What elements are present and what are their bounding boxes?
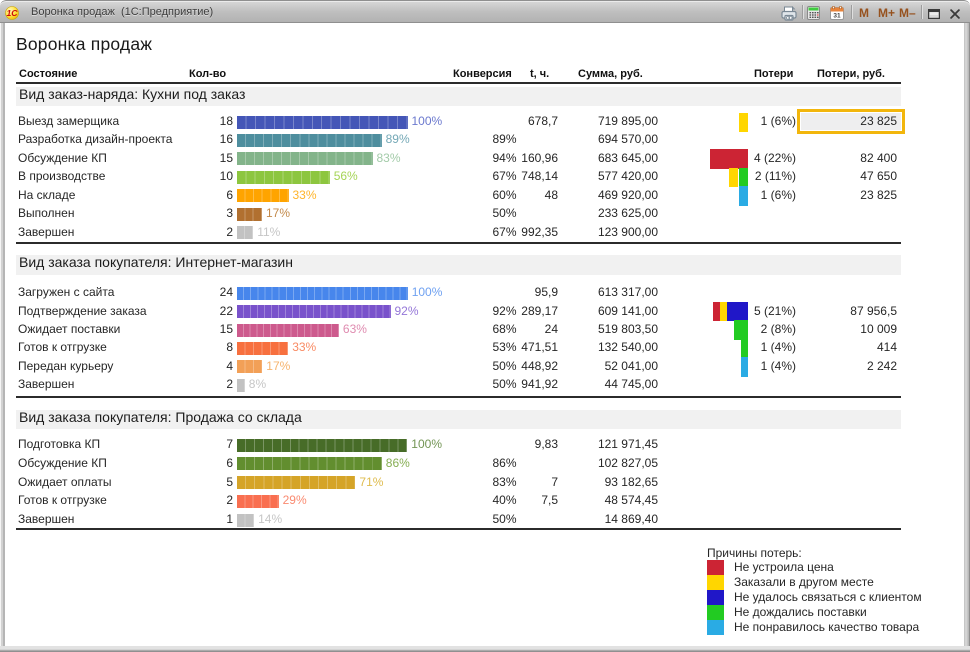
svg-text:31: 31	[833, 13, 841, 20]
svg-text:1С: 1С	[7, 8, 19, 18]
